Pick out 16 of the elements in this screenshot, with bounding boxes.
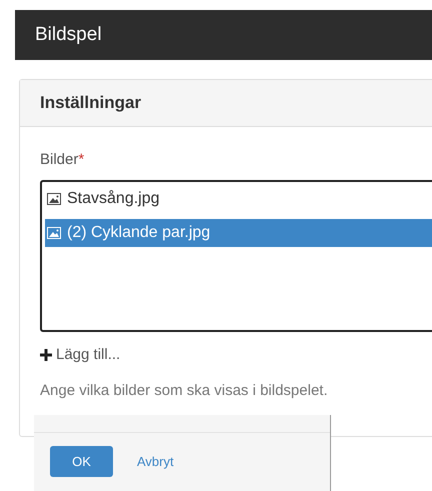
required-mark: *	[78, 150, 84, 170]
cancel-link[interactable]: Avbryt	[137, 452, 174, 472]
add-link[interactable]: Lägg till...	[40, 344, 120, 366]
list-item[interactable]: Stavsång.jpg	[45, 184, 432, 212]
image-icon	[47, 226, 61, 238]
ok-button[interactable]: OK	[50, 446, 113, 477]
image-icon	[47, 192, 61, 204]
field-label: Bilder	[40, 150, 78, 170]
page-title: Bildspel	[35, 22, 102, 47]
item-label: (2) Cyklande par.jpg	[67, 222, 210, 242]
panel-title: Inställningar	[40, 92, 142, 114]
item-label: Stavsång.jpg	[67, 188, 160, 208]
help-text: Ange vilka bilder som ska visas i bildspelet.	[40, 381, 329, 401]
list-item[interactable]: (2) Cyklande par.jpg	[45, 218, 432, 246]
plus-icon	[40, 348, 52, 361]
image-listbox[interactable]: Stavsång.jpg (2) Cyklande par.jpg	[40, 180, 432, 332]
